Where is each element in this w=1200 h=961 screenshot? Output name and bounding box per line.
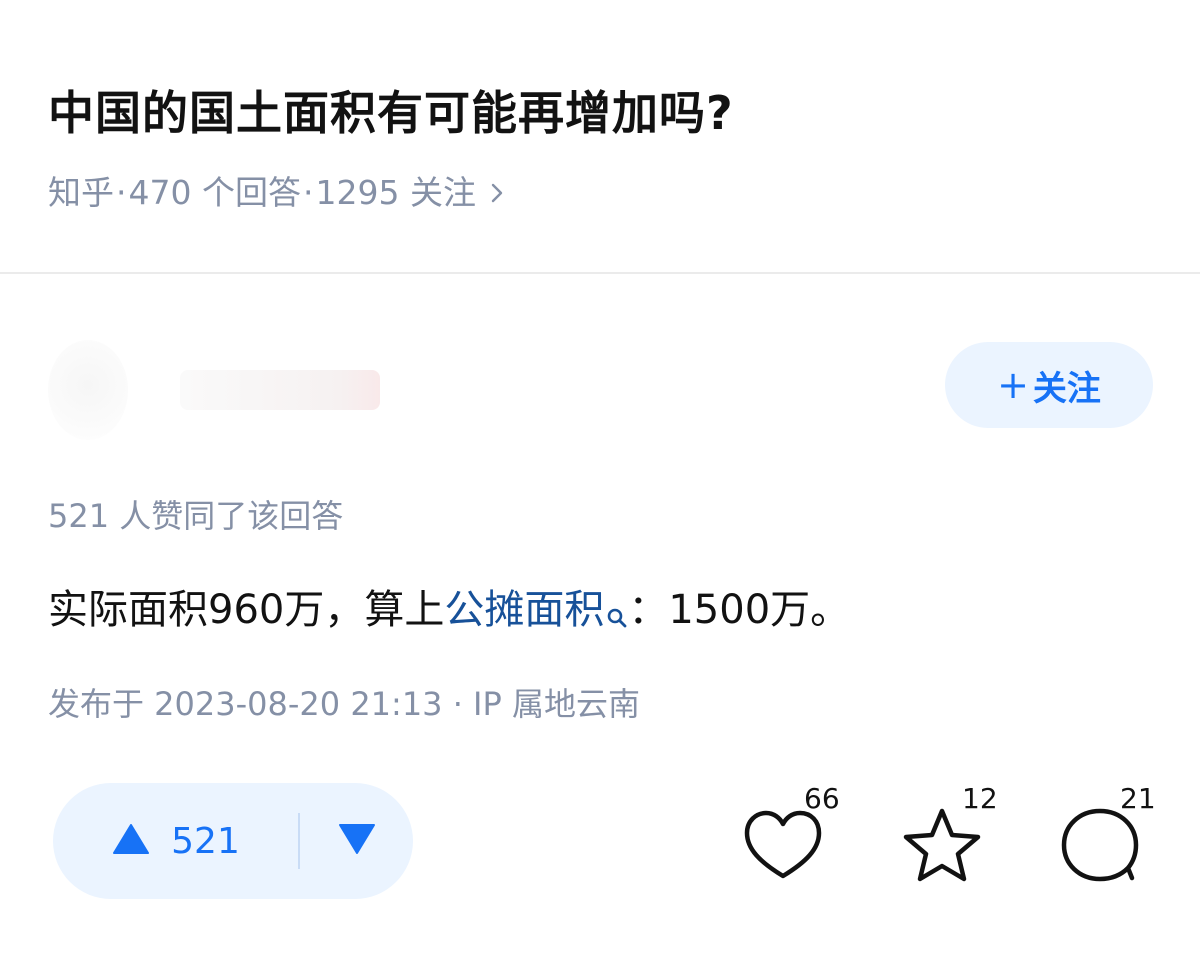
source-label: 知乎 [48,173,114,212]
question-meta[interactable]: 知乎 · 470 个回答 · 1295 关注 [48,170,504,216]
answer-count: 470 个回答 [128,173,301,212]
vote-group: 521 [53,783,413,899]
like-button[interactable]: 66 [742,780,862,890]
search-icon [606,589,628,643]
avatar[interactable] [48,340,128,440]
meta-separator: · [116,173,127,212]
answer-page: 中国的国土面积有可能再增加吗? 知乎 · 470 个回答 · 1295 关注 +… [0,0,1200,961]
favorite-button[interactable]: 12 [900,780,1020,890]
follower-count: 1295 关注 [315,173,476,212]
author-name-blurred[interactable] [180,370,380,410]
downvote-triangle-icon [337,822,377,860]
publish-info: 发布于 2023-08-20 21:13 · IP 属地云南 [48,685,640,723]
follow-label: 关注 [1032,368,1101,409]
answer-text: 实际面积960万，算上 公摊面积 ：1500万。 [48,583,850,643]
answer-text-after: ：1500万。 [628,587,851,633]
comment-button[interactable]: 21 [1058,780,1178,890]
search-link[interactable]: 公摊面积 [444,583,628,643]
chevron-right-icon[interactable] [490,181,504,205]
question-header[interactable]: 中国的国土面积有可能再增加吗? 知乎 · 470 个回答 · 1295 关注 [0,0,1200,273]
heart-icon [744,810,822,879]
upvote-triangle-icon [111,822,151,860]
follow-button[interactable]: + 关注 [945,342,1153,428]
comment-count: 21 [1120,782,1156,815]
answer-text-before: 实际面积960万，算上 [48,587,445,633]
like-count: 66 [804,782,840,815]
comment-icon [1061,808,1139,882]
star-icon [903,808,981,882]
upvote-button[interactable]: 521 [53,783,298,899]
search-link-text[interactable]: 公摊面积 [444,583,604,637]
favorite-count: 12 [962,782,998,815]
upvote-count: 521 [171,820,240,862]
section-divider [0,272,1200,274]
meta-separator: · [302,173,314,212]
plus-icon: + [997,363,1029,407]
downvote-button[interactable] [300,783,413,899]
author-row: + 关注 [0,330,1200,450]
question-title[interactable]: 中国的国土面积有可能再增加吗? [48,82,734,144]
agree-summary: 521 人赞同了该回答 [48,497,344,535]
